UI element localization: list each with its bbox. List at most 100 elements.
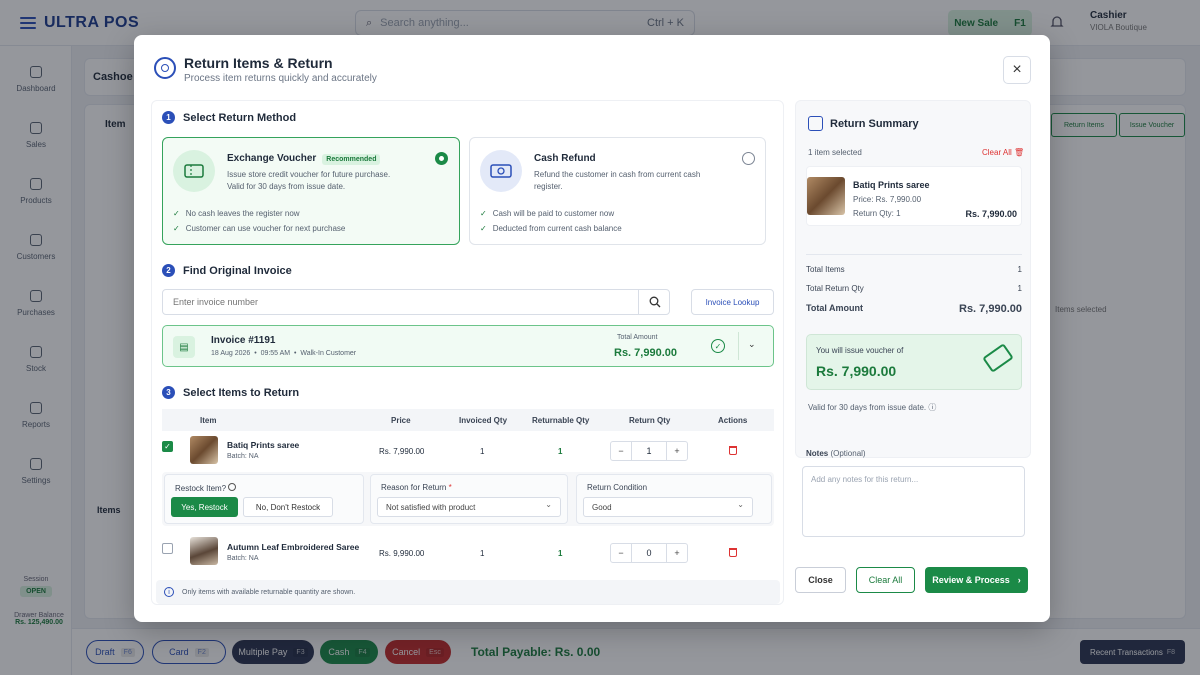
ticket-icon <box>982 343 1014 373</box>
method-cash-refund[interactable]: Cash Refund Refund the customer in cash … <box>469 137 766 245</box>
summary-clear-all[interactable]: Clear All 🗑 <box>982 148 1024 157</box>
invoice-lookup-button[interactable]: Invoice Lookup <box>691 289 774 315</box>
summary-row: Total Return Qty 1 <box>806 284 1022 293</box>
minus-icon[interactable]: − <box>611 446 631 456</box>
item-price: Rs. 9,990.00 <box>379 549 425 558</box>
col-item: Item <box>200 416 217 425</box>
item-batch: Batch: NA <box>227 453 259 460</box>
summary-item-amount: Rs. 7,990.00 <box>965 209 1017 219</box>
invoice-card[interactable]: ▤ Invoice #1191 18 Aug 2026 • 09:55 AM •… <box>162 325 774 367</box>
table-row: ✓ Batiq Prints saree Batch: NA Rs. 7,990… <box>162 432 774 470</box>
summary-item: Batiq Prints saree Price: Rs. 7,990.00 R… <box>806 166 1022 226</box>
invoice-total: Rs. 7,990.00 <box>614 347 677 359</box>
method-point: ✓ Cash will be paid to customer now <box>480 209 620 218</box>
ticket-icon <box>173 150 215 192</box>
review-process-button[interactable]: Review & Process › <box>925 567 1028 593</box>
restock-label: Restock Item? <box>175 483 237 493</box>
check-icon: ✓ <box>480 224 487 233</box>
method-description: Issue store credit voucher for future pu… <box>227 170 391 191</box>
return-qty-value[interactable]: 1 <box>631 442 667 460</box>
invoice-number-input[interactable] <box>162 289 670 315</box>
col-actions: Actions <box>718 416 748 425</box>
reason-select[interactable]: Not satisfied with product <box>377 497 561 517</box>
point-text: Deducted from current cash balance <box>492 224 622 233</box>
row-checkbox[interactable]: ✓ <box>162 441 173 452</box>
restock-yes-button[interactable]: Yes, Restock <box>171 497 238 517</box>
divider <box>806 254 1022 255</box>
method-point: ✓ Customer can use voucher for next purch… <box>173 224 351 233</box>
info-icon <box>228 483 237 491</box>
step-title: Select Return Method <box>183 111 297 124</box>
plus-icon[interactable]: + <box>667 446 687 456</box>
restock-label-text: Restock Item? <box>175 484 227 493</box>
step-2-heading: 2 Find Original Invoice <box>162 264 292 277</box>
voucher-callout: You will issue voucher of Rs. 7,990.00 <box>806 334 1022 390</box>
item-invoiced-qty: 1 <box>480 549 485 558</box>
return-qty-stepper[interactable]: −1 + <box>610 441 688 461</box>
step-title: Select Items to Return <box>183 386 300 399</box>
item-name: Autumn Leaf Embroidered Saree <box>227 542 360 552</box>
summary-row-label: Total Return Qty <box>806 284 864 293</box>
items-table-header: Item Price Invoiced Qty Returnable Qty R… <box>162 409 774 431</box>
check-icon: ✓ <box>173 224 180 233</box>
restock-no-button[interactable]: No, Don't Restock <box>243 497 333 517</box>
divider <box>738 332 739 360</box>
notes-textarea[interactable]: Add any notes for this return... <box>802 466 1025 537</box>
voucher-label: You will issue voucher of <box>816 346 904 355</box>
step-number: 1 <box>162 111 175 124</box>
point-text: No cash leaves the register now <box>185 209 300 218</box>
method-exchange-voucher[interactable]: Exchange Voucher Recommended Issue store … <box>162 137 460 245</box>
method-radio-selected[interactable] <box>435 152 448 165</box>
method-description: Refund the customer in cash from current… <box>534 170 701 191</box>
cash-icon <box>480 150 522 192</box>
summary-item-name: Batiq Prints saree <box>853 180 930 190</box>
check-circle-icon: ✓ <box>711 339 725 353</box>
check-icon: ✓ <box>173 209 180 218</box>
trash-icon[interactable] <box>729 548 737 557</box>
footnote-text: Only items with available returnable qua… <box>182 588 356 596</box>
minus-icon[interactable]: − <box>611 548 631 558</box>
step-number: 3 <box>162 386 175 399</box>
clear-all-button[interactable]: Clear All <box>856 567 915 593</box>
col-invoiced-qty: Invoiced Qty <box>459 416 508 425</box>
summary-item-qty: Return Qty: 1 <box>853 209 901 218</box>
return-qty-stepper[interactable]: −0 + <box>610 543 688 563</box>
plus-icon[interactable]: + <box>667 548 687 558</box>
product-thumbnail <box>190 436 218 464</box>
reason-label: Reason for Return * <box>381 483 452 492</box>
voucher-validity: Valid for 30 days from issue date. ⓘ <box>808 402 936 413</box>
method-title-text: Exchange Voucher <box>227 153 317 164</box>
item-returnable-qty: 1 <box>558 447 563 456</box>
search-icon[interactable] <box>638 289 670 315</box>
table-row: Autumn Leaf Embroidered Saree Batch: NA … <box>162 531 774 569</box>
col-returnable-qty: Returnable Qty <box>532 416 590 425</box>
method-title: Exchange Voucher Recommended <box>227 153 381 165</box>
condition-select[interactable]: Good <box>583 497 753 517</box>
notes-label: Notes (Optional) <box>806 449 866 458</box>
method-point: ✓ No cash leaves the register now <box>173 209 306 218</box>
invoice-time: 09:55 AM <box>260 350 291 357</box>
summary-icon <box>808 116 823 131</box>
voucher-amount: Rs. 7,990.00 <box>816 363 897 379</box>
summary-item-price: Price: Rs. 7,990.00 <box>853 195 922 204</box>
point-text: Cash will be paid to customer now <box>492 209 615 218</box>
invoice-number: Invoice #1191 <box>211 335 276 346</box>
review-process-label: Review & Process <box>932 575 1010 585</box>
col-return-qty: Return Qty <box>629 416 671 425</box>
close-icon[interactable]: × <box>1003 56 1031 84</box>
return-icon <box>154 57 176 79</box>
row-checkbox[interactable] <box>162 543 173 554</box>
invoice-customer: Walk-In Customer <box>300 350 357 357</box>
document-icon: ▤ <box>173 336 195 358</box>
return-qty-value[interactable]: 0 <box>631 544 667 562</box>
item-price: Rs. 7,990.00 <box>379 447 425 456</box>
invoice-date: 18 Aug 2026 <box>211 350 251 357</box>
method-radio[interactable] <box>742 152 755 165</box>
method-point: ✓ Deducted from current cash balance <box>480 224 628 233</box>
chevron-down-icon[interactable]: ⌄ <box>748 339 756 350</box>
summary-row-label: Total Items <box>806 265 845 274</box>
item-name: Batiq Prints saree <box>227 440 300 450</box>
trash-icon[interactable] <box>729 446 737 455</box>
return-modal: Return Items & Return Process item retur… <box>134 35 1050 622</box>
close-button[interactable]: Close <box>795 567 846 593</box>
